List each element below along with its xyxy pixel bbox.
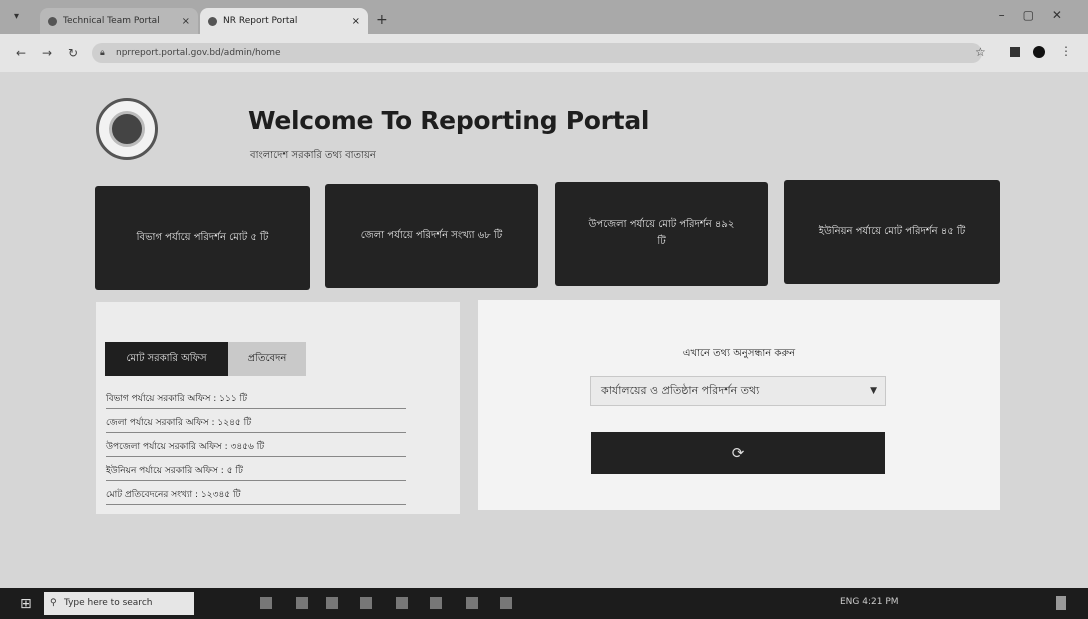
tab-reports[interactable]: প্রতিবেদন (228, 342, 306, 376)
lock-icon: 🔒︎ (100, 48, 105, 58)
search-prompt: এখানে তথ্য অনুসন্ধান করুন (682, 348, 796, 359)
address-bar[interactable]: 🔒︎ nprreport.portal.gov.bd/admin/home (92, 43, 982, 63)
os-taskbar: ⊞ ⚲ Type here to search ENG 4:21 PM (0, 588, 1088, 619)
taskbar-app-icon[interactable] (500, 597, 512, 609)
tab-search-icon[interactable]: ▾ (14, 11, 19, 22)
card-label: জেলা পর্যায়ে পরিদর্শন সংখ্যা ৬৮ টি (360, 229, 503, 241)
seal-emblem-icon (109, 111, 145, 147)
url-text: nprreport.portal.gov.bd/admin/home (116, 48, 281, 58)
report-type-select[interactable]: কার্যালয়ের ও প্রতিষ্ঠান পরিদর্শন তথ্য ▼ (590, 376, 886, 406)
stat-row: ইউনিয়ন পর্যায়ে সরকারি অফিস : ৫ টি (106, 463, 406, 481)
tab-title: NR Report Portal (223, 16, 298, 26)
taskbar-app-icon[interactable] (296, 597, 308, 609)
taskbar-search[interactable]: ⚲ Type here to search (44, 592, 194, 615)
notification-icon[interactable] (1056, 596, 1066, 610)
chrome-icon[interactable] (396, 597, 408, 609)
stat-row: উপজেলা পর্যায়ে সরকারি অফিস : ৩৪৫৬ টি (106, 439, 406, 457)
profile-avatar[interactable] (1033, 46, 1045, 58)
bookmark-star-icon[interactable]: ☆ (975, 45, 986, 59)
taskbar-app-icon[interactable] (326, 597, 338, 609)
card-label: ইউনিয়ন পর্যায়ে মোট পরিদর্শন ৪৫ টি (818, 225, 966, 237)
back-icon[interactable]: ← (16, 46, 26, 60)
card-label: উপজেলা পর্যায়ে মোট পরিদর্শন ৪৯২ টি (588, 219, 735, 247)
page-title: Welcome To Reporting Portal (248, 106, 650, 135)
windows-start-icon[interactable]: ⊞ (20, 596, 32, 612)
card-label: বিভাগ পর্যায়ে পরিদর্শন মোট ৫ টি (136, 231, 269, 243)
tab-total-offices[interactable]: মোট সরকারি অফিস (105, 342, 228, 376)
system-tray-clock[interactable]: ENG 4:21 PM (840, 597, 899, 607)
government-seal-logo (96, 98, 158, 160)
new-tab-button[interactable]: + (376, 12, 388, 28)
office-stats-panel: মোট সরকারি অফিস প্রতিবেদন বিভাগ পর্যায়ে… (96, 302, 460, 514)
tab-favicon-icon (48, 16, 57, 26)
summary-card-union[interactable]: ইউনিয়ন পর্যায়ে মোট পরিদর্শন ৪৫ টি (784, 180, 1000, 284)
task-view-icon[interactable] (260, 597, 272, 609)
page-subtitle: বাংলাদেশ সরকারি তথ্য বাতায়ন (250, 150, 376, 161)
browser-tab-active[interactable]: NR Report Portal × (200, 8, 368, 34)
tab-title: Technical Team Portal (63, 16, 160, 26)
tab-close-icon[interactable]: × (352, 16, 360, 27)
stat-row: বিভাগ পর্যায়ে সরকারি অফিস : ১১১ টি (106, 391, 406, 409)
select-value: কার্যালয়ের ও প্রতিষ্ঠান পরিদর্শন তথ্য (601, 384, 760, 397)
reload-icon[interactable]: ↻ (68, 46, 78, 60)
summary-card-district[interactable]: জেলা পর্যায়ে পরিদর্শন সংখ্যা ৬৮ টি (325, 184, 538, 288)
extension-icon[interactable] (1010, 47, 1020, 57)
stat-row: জেলা পর্যায়ে সরকারি অফিস : ১২৪৫ টি (106, 415, 406, 433)
stat-row: মোট প্রতিবেদনের সংখ্যা : ১২৩৪৫ টি (106, 487, 406, 505)
taskbar-app-icon[interactable] (466, 597, 478, 609)
search-submit-button[interactable]: ⟳ (591, 432, 885, 474)
browser-tab-bar: ▾ Technical Team Portal × NR Report Port… (0, 0, 1088, 34)
loading-spinner-icon: ⟳ (731, 444, 745, 462)
summary-card-division[interactable]: বিভাগ পর্যায়ে পরিদর্শন মোট ৫ টি (95, 186, 310, 290)
tab-favicon-icon (208, 16, 217, 26)
tab-close-icon[interactable]: × (182, 16, 190, 27)
taskbar-app-icon[interactable] (360, 597, 372, 609)
browser-toolbar: ← → ↻ 🔒︎ nprreport.portal.gov.bd/admin/h… (0, 34, 1088, 72)
summary-card-upazila[interactable]: উপজেলা পর্যায়ে মোট পরিদর্শন ৪৯২ টি (555, 182, 768, 286)
report-search-panel: এখানে তথ্য অনুসন্ধান করুন কার্যালয়ের ও … (478, 300, 1000, 510)
browser-tab-inactive[interactable]: Technical Team Portal × (40, 8, 198, 34)
taskbar-search-placeholder: Type here to search (64, 598, 153, 608)
chevron-down-icon: ▼ (870, 386, 877, 396)
browser-menu-icon[interactable]: ⋮ (1060, 44, 1072, 58)
taskbar-app-icon[interactable] (430, 597, 442, 609)
forward-icon[interactable]: → (42, 46, 52, 60)
search-icon: ⚲ (50, 598, 57, 608)
window-controls[interactable]: –▢✕ (999, 8, 1080, 22)
